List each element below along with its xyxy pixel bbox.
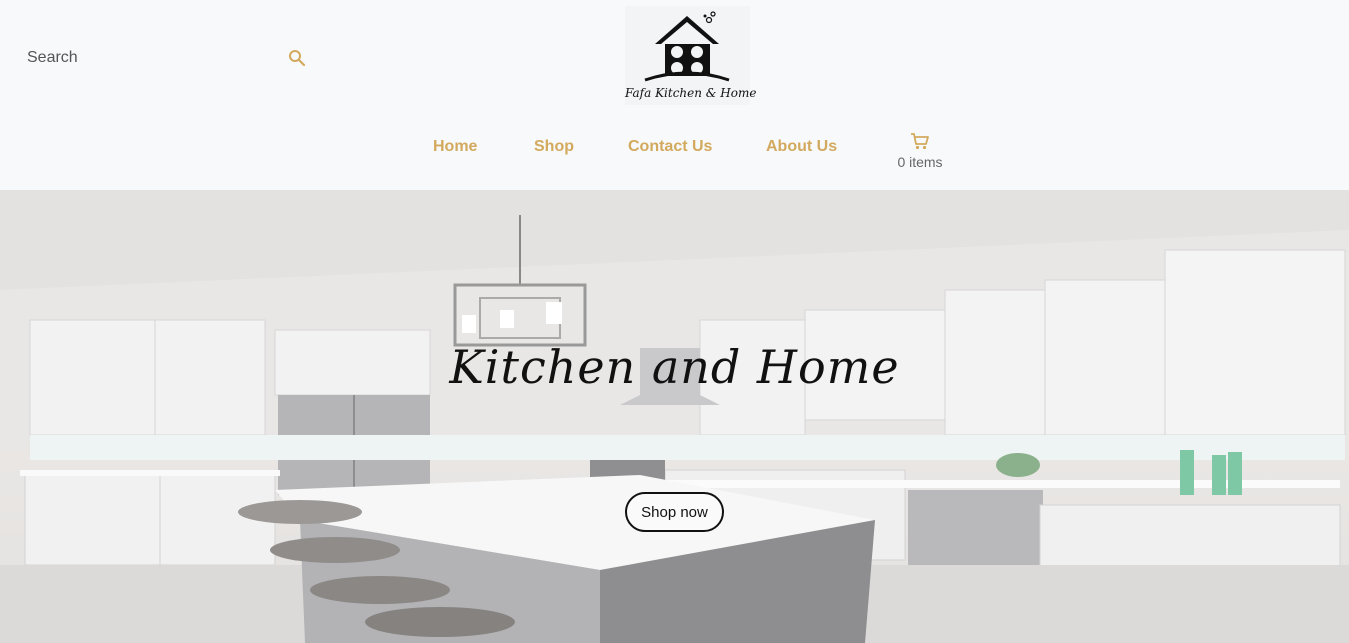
hero-background-image bbox=[0, 190, 1349, 643]
cart-icon bbox=[911, 133, 929, 150]
nav-link-shop[interactable]: Shop bbox=[534, 138, 574, 156]
nav-link-contact-us[interactable]: Contact Us bbox=[628, 138, 712, 156]
nav-link-home[interactable]: Home bbox=[433, 138, 477, 156]
hero-title: Kitchen and Home bbox=[449, 340, 900, 394]
cart-button[interactable]: 0 items bbox=[890, 132, 950, 174]
main-nav: Home Shop Contact Us About Us bbox=[0, 136, 1349, 166]
shop-now-button[interactable]: Shop now bbox=[625, 492, 724, 532]
site-logo[interactable]: Fafa Kitchen & Home bbox=[625, 6, 757, 105]
search-input[interactable] bbox=[27, 40, 277, 76]
search-icon[interactable] bbox=[288, 49, 306, 67]
house-logo-icon bbox=[644, 11, 730, 82]
cart-count: 0 items bbox=[897, 154, 943, 170]
nav-link-about-us[interactable]: About Us bbox=[766, 138, 837, 156]
hero-banner: Kitchen and Home Shop now bbox=[0, 190, 1349, 643]
site-header: Fafa Kitchen & Home Home Shop Contact Us… bbox=[0, 0, 1349, 190]
logo-text: Fafa Kitchen & Home bbox=[625, 86, 757, 100]
search-bar bbox=[27, 40, 317, 76]
